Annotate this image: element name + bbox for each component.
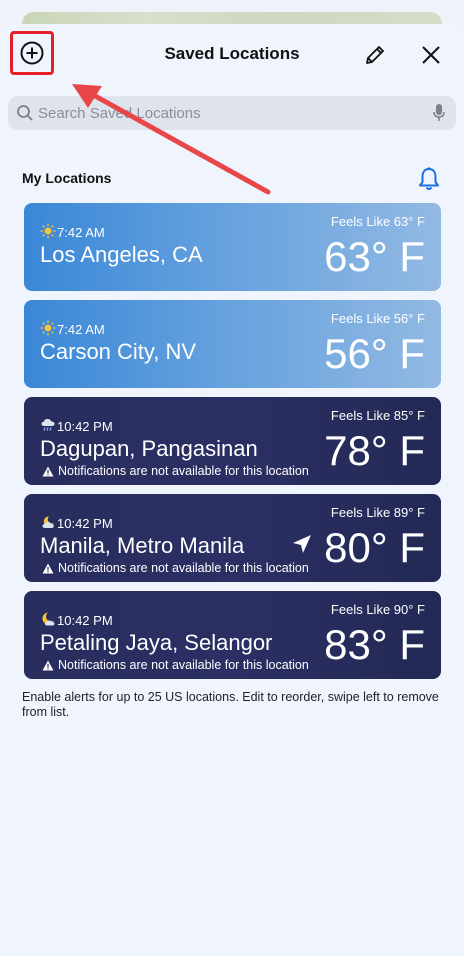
pencil-icon bbox=[366, 46, 384, 64]
local-time: 10:42 PM bbox=[57, 516, 113, 531]
notification-warning: Notifications are not available for this… bbox=[42, 658, 309, 672]
local-time: 10:42 PM bbox=[57, 419, 113, 434]
city-name: Dagupan, Pangasinan bbox=[40, 436, 258, 461]
feels-like: Feels Like 90° F bbox=[330, 602, 425, 617]
moon-cloud-icon bbox=[42, 612, 55, 626]
city-name: Carson City, NV bbox=[40, 339, 197, 364]
close-icon bbox=[422, 46, 440, 64]
notification-warning: Notifications are not available for this… bbox=[42, 561, 309, 575]
header: Saved Locations bbox=[0, 24, 464, 88]
partly-cloudy-night-icon bbox=[42, 516, 54, 528]
microphone-icon[interactable] bbox=[432, 103, 446, 123]
saved-locations-sheet: Saved Locations My Locations bbox=[0, 24, 464, 956]
feels-like: Feels Like 85° F bbox=[330, 408, 425, 423]
location-card-los-angeles[interactable]: 7:42 AM Los Angeles, CA Feels Like 63° F… bbox=[24, 203, 441, 291]
temperature: 83° F bbox=[324, 621, 425, 668]
location-card-petaling-jaya[interactable]: 10:42 PM Petaling Jaya, Selangor Feels L… bbox=[24, 591, 441, 679]
temperature: 56° F bbox=[324, 330, 425, 377]
location-card-dagupan[interactable]: 10:42 PM Dagupan, Pangasinan Feels Like … bbox=[24, 397, 441, 485]
city-name: Petaling Jaya, Selangor bbox=[40, 630, 273, 655]
location-card-carson-city[interactable]: 7:42 AM Carson City, NV Feels Like 56° F… bbox=[24, 300, 441, 388]
bell-icon bbox=[419, 167, 439, 190]
section-title: My Locations bbox=[22, 170, 112, 186]
notification-warning-text: Notifications are not available for this… bbox=[58, 561, 309, 575]
location-arrow-icon bbox=[293, 535, 311, 553]
edit-button[interactable] bbox=[362, 42, 388, 68]
notification-warning: Notifications are not available for this… bbox=[42, 464, 309, 478]
warning-icon bbox=[42, 466, 54, 476]
local-time: 7:42 AM bbox=[57, 322, 105, 337]
close-button[interactable] bbox=[418, 42, 444, 68]
notification-warning-text: Notifications are not available for this… bbox=[58, 658, 309, 672]
search-bar bbox=[8, 96, 456, 130]
location-card-manila[interactable]: 10:42 PM Manila, Metro Manila Feels Like… bbox=[24, 494, 441, 582]
sun-icon bbox=[40, 223, 56, 239]
city-name: Los Angeles, CA bbox=[40, 242, 203, 267]
notifications-button[interactable] bbox=[416, 165, 442, 193]
feels-like: Feels Like 56° F bbox=[330, 311, 425, 326]
warning-icon bbox=[42, 563, 54, 573]
feels-like: Feels Like 63° F bbox=[330, 214, 425, 229]
page-title: Saved Locations bbox=[164, 44, 300, 63]
footnote: Enable alerts for up to 25 US locations.… bbox=[22, 690, 439, 719]
temperature: 80° F bbox=[324, 524, 425, 571]
local-time: 10:42 PM bbox=[57, 613, 113, 628]
warning-icon bbox=[42, 660, 54, 670]
rain-cloud-icon bbox=[41, 419, 55, 431]
temperature: 78° F bbox=[324, 427, 425, 474]
search-icon bbox=[17, 105, 33, 121]
sun-icon bbox=[40, 320, 56, 336]
temperature: 63° F bbox=[324, 233, 425, 280]
local-time: 7:42 AM bbox=[57, 225, 105, 240]
search-input[interactable] bbox=[38, 96, 418, 130]
city-name: Manila, Metro Manila bbox=[40, 533, 245, 558]
notification-warning-text: Notifications are not available for this… bbox=[58, 464, 309, 478]
feels-like: Feels Like 89° F bbox=[330, 505, 425, 520]
